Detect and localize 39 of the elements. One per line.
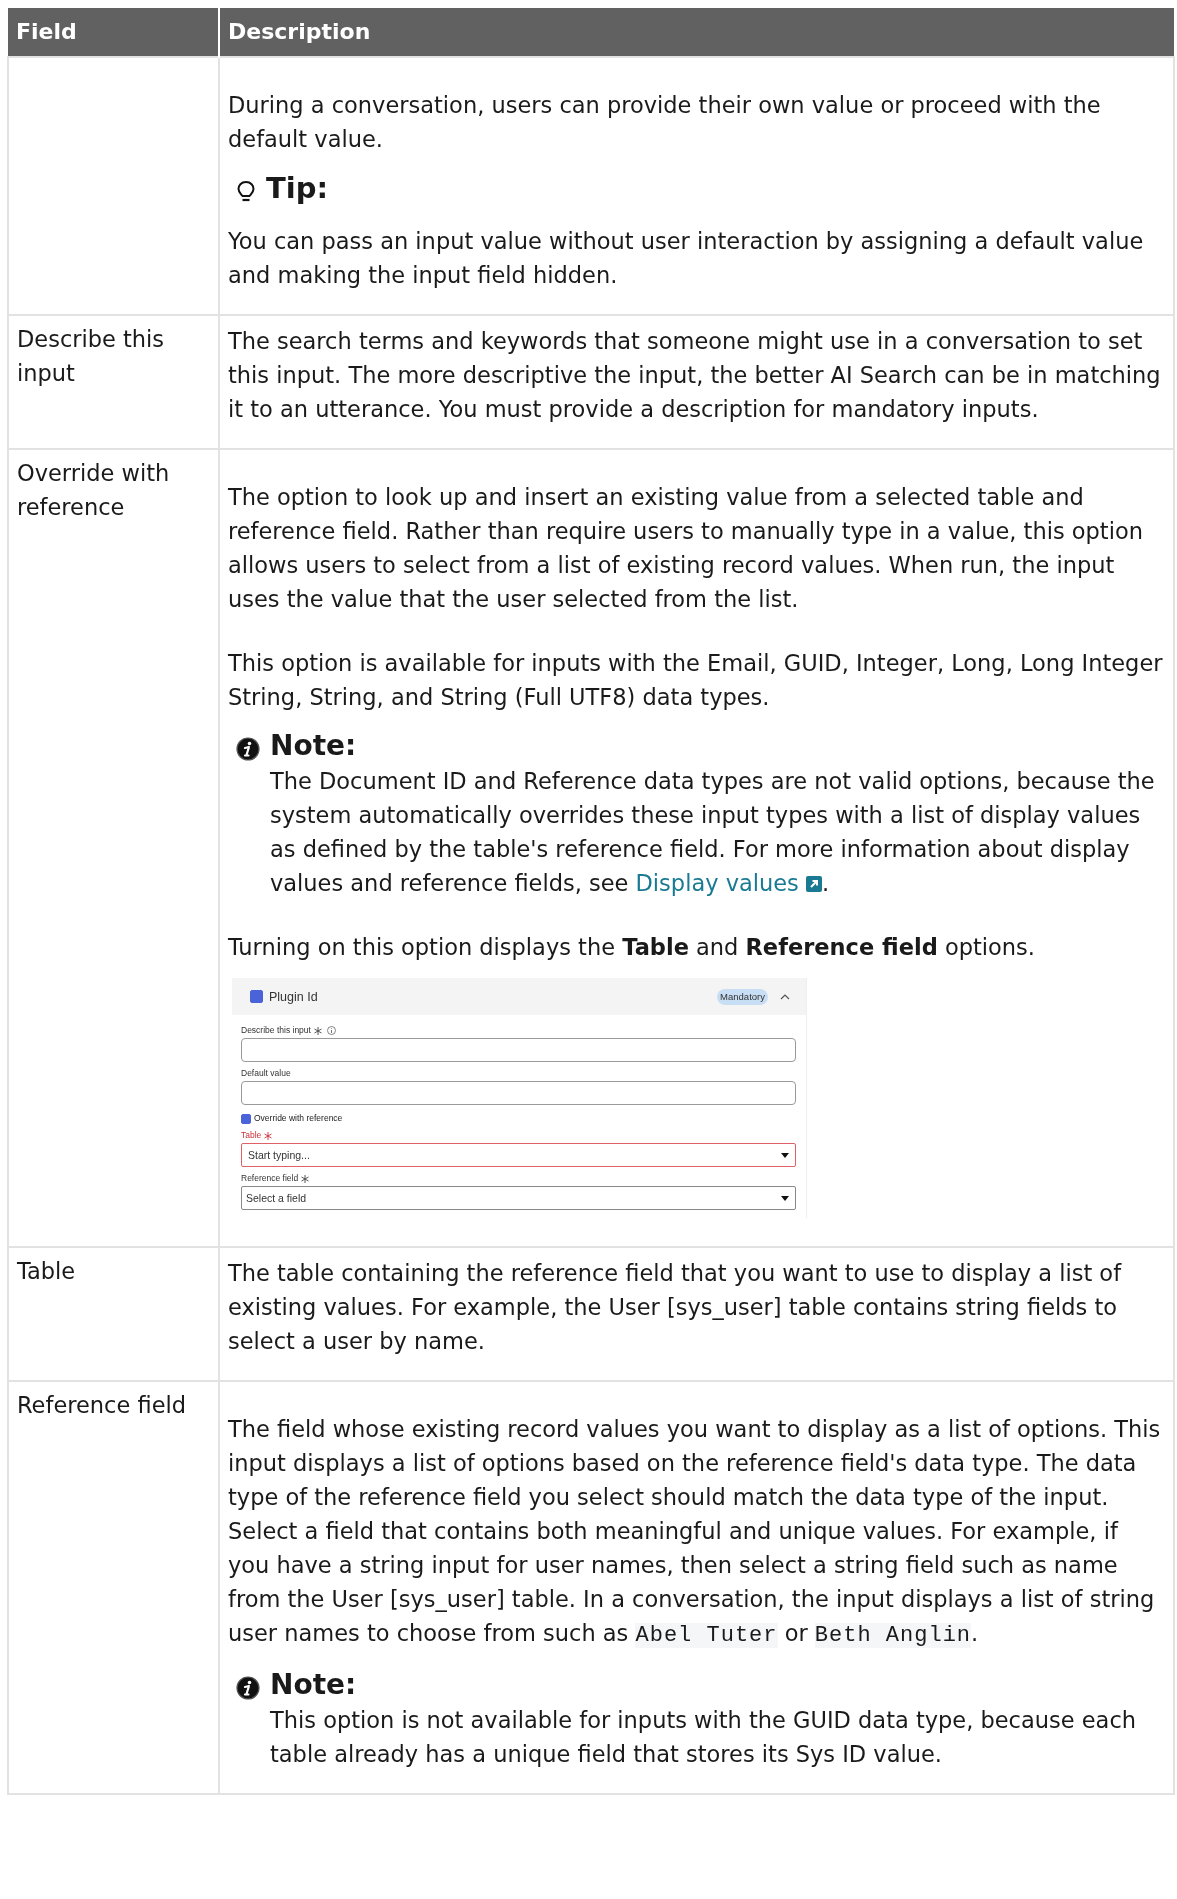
paragraph: You can pass an input value without user interaction by assigning a default value and making the input field hidden.: [228, 227, 1145, 290]
checkbox-label: Override with reference: [254, 1113, 343, 1124]
paragraph: The option to look up and insert an existing value from a selected table and reference field. Rather than require users to manually type in a value, this option allows users to select from a list of existing record values. When run, the input uses the value that the user selected from the list.: [228, 483, 1144, 614]
lightbulb-icon: [236, 180, 256, 202]
info-icon: [236, 1676, 260, 1700]
checkbox[interactable]: [241, 1113, 251, 1124]
paragraph: The search terms and keywords that someone might use in a conversation to set this input. The more descriptive the input, the better AI Search can be in matching it to an utterance. You must provide a description for mandatory inputs.: [228, 327, 1162, 424]
input-field[interactable]: [241, 1038, 796, 1062]
paragraph: The table containing the reference field that you want to use to display a list of existing values. For example, the User [sys_user] table contains string fields to select a user by name.: [228, 1259, 1123, 1356]
column-header: Field: [8, 8, 219, 57]
paragraph: This option is not available for inputs with the GUID data type, because each table already has a unique field that stores its Sys ID value.: [270, 1706, 1137, 1769]
caret-icon: [781, 1152, 789, 1158]
field-label: Default value: [241, 1068, 291, 1079]
checkbox[interactable]: [250, 990, 263, 1003]
mandatory-badge: Mandatory: [717, 988, 768, 1005]
field-name: Override with reference: [17, 460, 170, 520]
paragraph: Turning on this option displays the Table and Reference field options.: [228, 933, 1036, 962]
column-header: Description: [219, 8, 1174, 57]
field-label: Describe this input: [241, 1025, 311, 1036]
info-icon: [236, 737, 260, 761]
field-name: Reference field: [17, 1392, 186, 1418]
input-field[interactable]: [241, 1081, 796, 1105]
callout-title: Note:: [270, 1667, 357, 1703]
field-label: Table: [241, 1130, 262, 1141]
dropdown[interactable]: Select a field: [241, 1186, 796, 1210]
paragraph: During a conversation, users can provide their own value or proceed with the default value.: [228, 91, 1102, 154]
dropdown[interactable]: Start typing...: [241, 1143, 796, 1167]
form-title: Plugin Id: [269, 989, 319, 1004]
field-label: Reference field: [241, 1173, 299, 1184]
paragraph: The Document ID and Reference data types are not valid options, because the system automatically overrides these input types with a list of display values as defined by the table's reference field. For more information about display values and reference fields, see Display values .: [270, 767, 1156, 898]
callout-title: Note:: [270, 728, 357, 764]
field-name: Describe this input: [17, 326, 165, 386]
link[interactable]: Display values: [635, 870, 822, 896]
paragraph: This option is available for inputs with the Email, GUID, Integer, Long, Long Integer String, String, and String (Full UTF8) data types.: [228, 649, 1164, 712]
paragraph: The field whose existing record values you want to display as a list of options. This input displays a list of options based on the reference field's data type. The data type of the reference field you select should match the data type of the input. Select a field that contains both meaningful and unique values. For example, if you have a string input for user names, then select a string field such as name from the User [sys_user] table. In a conversation, the input displays a list of string user names to choose from such as Abel Tuter or Beth Anglin.: [228, 1415, 1162, 1650]
field-name: Table: [17, 1258, 76, 1284]
callout-title: Tip:: [266, 170, 329, 206]
external-link-icon: [805, 876, 822, 892]
caret-icon: [781, 1195, 789, 1201]
